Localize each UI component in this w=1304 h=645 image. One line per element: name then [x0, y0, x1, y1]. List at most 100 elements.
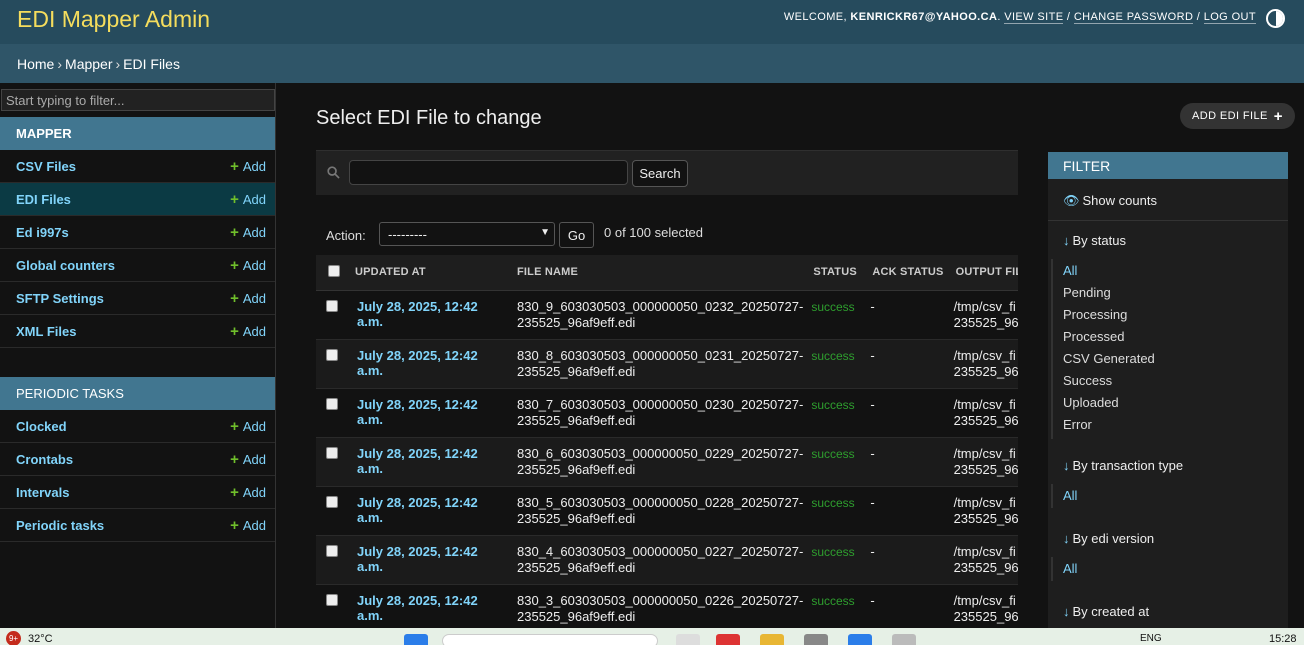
row-change-link[interactable]: July 28, 2025, 12:42 a.m.: [353, 446, 507, 476]
task-view-icon[interactable]: [676, 634, 700, 645]
row-select-cell: [316, 535, 349, 585]
row-change-link[interactable]: July 28, 2025, 12:42 a.m.: [353, 397, 507, 427]
sidebar-item-label[interactable]: Crontabs: [16, 452, 73, 467]
status-cell: success: [807, 535, 867, 585]
select-all-checkbox[interactable]: [328, 265, 340, 278]
sidebar-item-label[interactable]: Ed i997s: [16, 225, 69, 240]
breadcrumb-home[interactable]: Home: [17, 56, 54, 72]
sidebar-item-label[interactable]: Periodic tasks: [16, 518, 104, 533]
filter-option-success[interactable]: Success: [1063, 373, 1112, 388]
sidebar-item-label[interactable]: Clocked: [16, 419, 67, 434]
add-link[interactable]: + Add: [230, 191, 266, 208]
weather-temperature[interactable]: 32°C: [28, 633, 53, 645]
output-file-line: 235525_96a: [953, 510, 1018, 526]
sidebar-item-label[interactable]: SFTP Settings: [16, 291, 104, 306]
filter-option-csv-generated[interactable]: CSV Generated: [1063, 351, 1155, 366]
theme-toggle-icon[interactable]: [1266, 9, 1285, 28]
breadcrumb-current: EDI Files: [123, 56, 180, 72]
filter-option-transaction-all[interactable]: All: [1063, 488, 1077, 503]
go-button[interactable]: Go: [559, 222, 594, 248]
row-change-link[interactable]: July 28, 2025, 12:42 a.m.: [353, 495, 507, 525]
action-select[interactable]: --------- ▼: [379, 222, 555, 246]
row-checkbox[interactable]: [326, 348, 338, 361]
notification-badge[interactable]: 9+: [6, 631, 21, 645]
show-counts-label: Show counts: [1082, 193, 1157, 208]
table-row: July 28, 2025, 12:42 a.m. 830_4_603030503…: [316, 535, 1018, 585]
filter-option-processing[interactable]: Processing: [1063, 307, 1127, 322]
sidebar-item-periodic-tasks: Periodic tasks + Add: [0, 509, 275, 542]
sidebar-item-label[interactable]: XML Files: [16, 324, 76, 339]
row-checkbox[interactable]: [326, 495, 338, 508]
add-link[interactable]: + Add: [230, 257, 266, 274]
row-change-link[interactable]: July 28, 2025, 12:42 a.m.: [353, 299, 507, 329]
filter-group-created-at[interactable]: ↓ By created at: [1063, 604, 1149, 619]
module-caption-periodic-tasks[interactable]: PERIODIC TASKS: [0, 377, 275, 410]
file-name-line: 235525_96af9eff.edi: [517, 559, 636, 575]
add-edi-file-button[interactable]: ADD EDI FILE +: [1180, 103, 1295, 129]
site-brand[interactable]: EDI Mapper Admin: [17, 6, 210, 33]
row-change-link[interactable]: July 28, 2025, 12:42 a.m.: [353, 544, 507, 574]
add-link[interactable]: + Add: [230, 158, 266, 175]
app-icon[interactable]: [892, 634, 916, 645]
row-change-link[interactable]: July 28, 2025, 12:42 a.m.: [353, 348, 507, 378]
filter-group-transaction-type[interactable]: ↓ By transaction type: [1063, 458, 1183, 473]
row-checkbox[interactable]: [326, 544, 338, 557]
breadcrumb-app[interactable]: Mapper: [65, 56, 112, 72]
column-header-updated-at[interactable]: UPDATED AT: [349, 255, 511, 291]
add-link[interactable]: + Add: [230, 418, 266, 435]
change-password-link[interactable]: CHANGE PASSWORD: [1073, 11, 1194, 24]
filter-option-uploaded[interactable]: Uploaded: [1063, 395, 1119, 410]
sidebar-item-label[interactable]: Global counters: [16, 258, 115, 273]
add-label: Add: [242, 451, 266, 467]
clock[interactable]: 15:28: [1269, 633, 1297, 645]
vscode-icon[interactable]: [848, 634, 872, 645]
row-change-link[interactable]: July 28, 2025, 12:42 a.m.: [353, 593, 507, 623]
filter-group-status[interactable]: ↓ By status: [1063, 233, 1126, 248]
filter-group-line: [1051, 484, 1053, 508]
column-header-status[interactable]: STATUS: [807, 255, 867, 291]
add-link[interactable]: + Add: [230, 451, 266, 468]
log-out-link[interactable]: LOG OUT: [1203, 11, 1256, 24]
row-checkbox[interactable]: [326, 446, 338, 459]
chrome-icon[interactable]: [716, 634, 740, 645]
column-header-output-file[interactable]: OUTPUT FILE: [949, 255, 1018, 291]
status-cell: success: [807, 486, 867, 536]
add-link[interactable]: + Add: [230, 323, 266, 340]
search-button[interactable]: Search: [632, 160, 688, 187]
filter-option-pending[interactable]: Pending: [1063, 285, 1111, 300]
add-link[interactable]: + Add: [230, 484, 266, 501]
add-link[interactable]: + Add: [230, 224, 266, 241]
sidebar-item-label[interactable]: CSV Files: [16, 159, 76, 174]
actions-bar: Action: --------- ▼ Go 0 of 100 selected: [316, 220, 1018, 254]
sidebar-item-label[interactable]: EDI Files: [16, 192, 71, 207]
status-badge: success: [811, 593, 855, 608]
action-label: Action:: [326, 228, 366, 243]
sidebar-item-label[interactable]: Intervals: [16, 485, 69, 500]
add-link[interactable]: + Add: [230, 517, 266, 534]
selection-counter: 0 of 100 selected: [604, 225, 704, 240]
column-header-file-name[interactable]: FILE NAME: [511, 255, 808, 291]
filter-option-edi-all[interactable]: All: [1063, 561, 1077, 576]
language-indicator[interactable]: ENG: [1140, 633, 1162, 644]
ack-status-cell: -: [866, 584, 950, 628]
nav-filter-input[interactable]: Start typing to filter...: [1, 89, 275, 111]
view-site-link[interactable]: VIEW SITE: [1004, 11, 1064, 24]
show-counts-link[interactable]: 👁 Show counts: [1063, 193, 1157, 209]
row-checkbox[interactable]: [326, 397, 338, 410]
filter-option-error[interactable]: Error: [1063, 417, 1092, 432]
module-caption-mapper[interactable]: MAPPER: [0, 117, 275, 150]
row-checkbox[interactable]: [326, 299, 338, 312]
windows-start-icon[interactable]: [404, 634, 428, 645]
filter-option-processed[interactable]: Processed: [1063, 329, 1124, 344]
row-checkbox[interactable]: [326, 593, 338, 606]
arrow-down-icon: ↓: [1063, 458, 1070, 473]
status-cell: success: [807, 584, 867, 628]
search-input[interactable]: [349, 160, 628, 185]
app-icon[interactable]: [804, 634, 828, 645]
column-header-ack-status[interactable]: ACK STATUS: [866, 255, 950, 291]
file-explorer-icon[interactable]: [760, 634, 784, 645]
filter-option-status-all[interactable]: All: [1063, 263, 1077, 278]
add-link[interactable]: + Add: [230, 290, 266, 307]
taskbar-search-box[interactable]: [442, 634, 658, 645]
filter-group-edi-version[interactable]: ↓ By edi version: [1063, 531, 1154, 546]
